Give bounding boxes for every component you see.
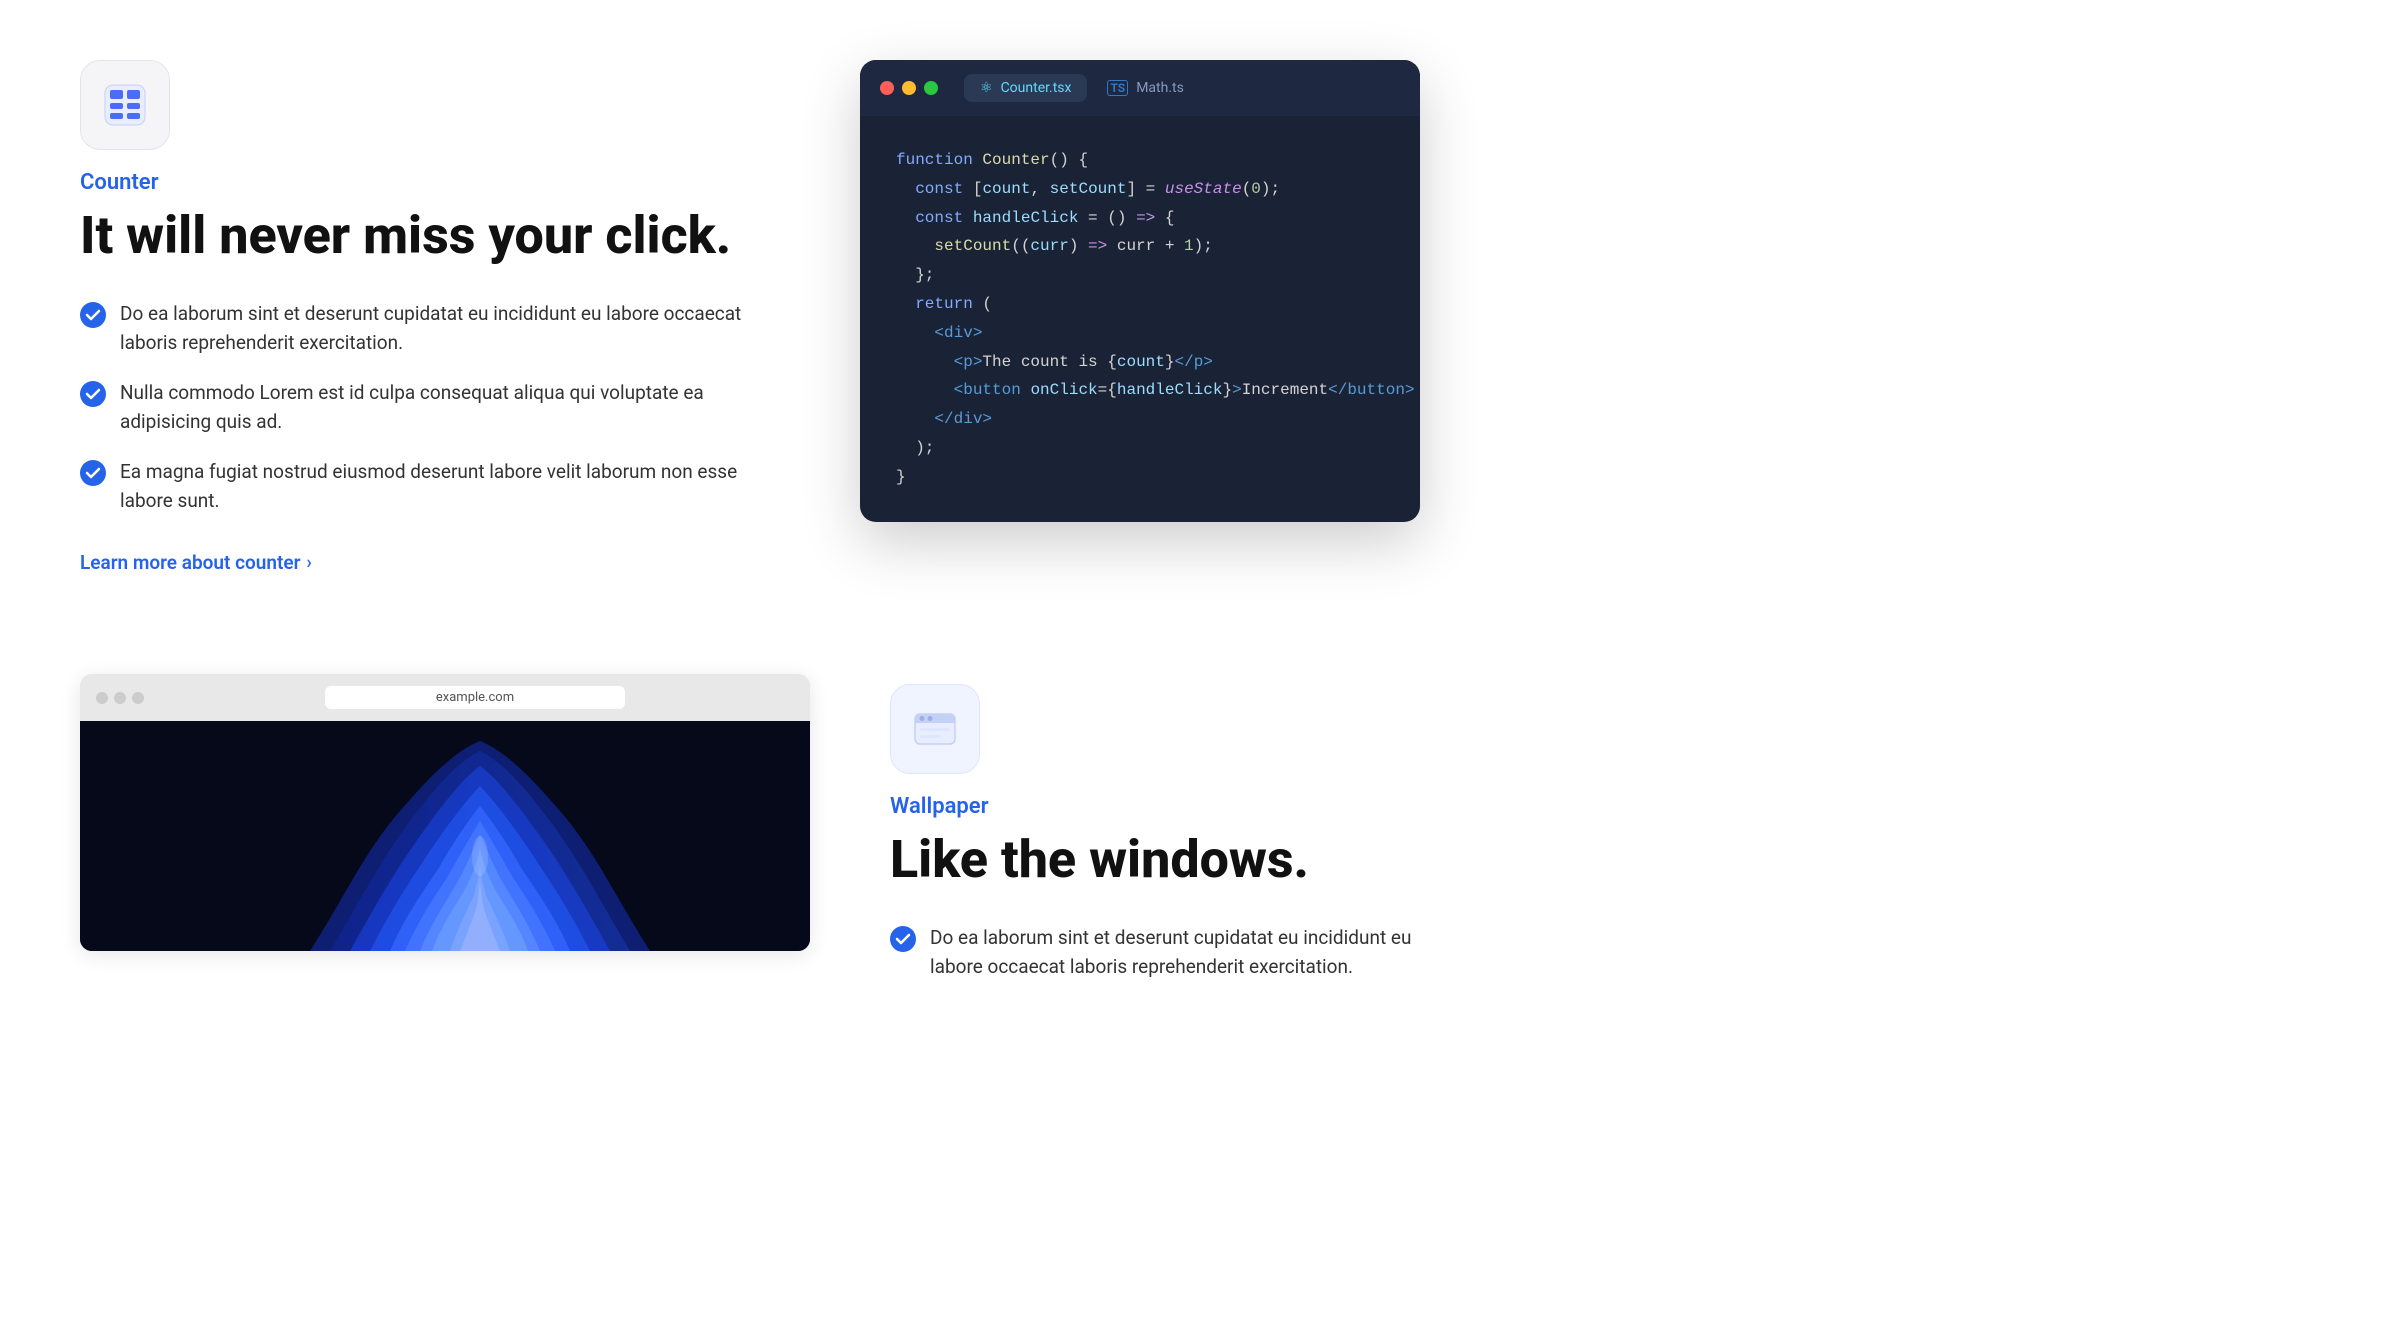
learn-more-counter-link[interactable]: Learn more about counter › — [80, 551, 312, 574]
counter-section: Counter It will never miss your click. D… — [80, 60, 1420, 574]
browser-maximize[interactable] — [132, 692, 144, 704]
counter-app-icon — [80, 60, 170, 150]
wallpaper-feature-list: Do ea laborum sint et deserunt cupidatat… — [890, 924, 1420, 981]
browser-url-bar[interactable]: example.com — [325, 686, 625, 709]
list-item: Nulla commodo Lorem est id culpa consequ… — [80, 379, 780, 436]
counter-headline: It will never miss your click. — [80, 207, 780, 264]
window-icon — [910, 704, 960, 754]
wallpaper-preview-svg — [80, 721, 810, 951]
wallpaper-tag: Wallpaper — [890, 794, 1420, 819]
browser-titlebar: example.com — [80, 674, 810, 721]
code-titlebar: ⚛ Counter.tsx TS Math.ts — [860, 60, 1420, 116]
tab-math-ts[interactable]: TS Math.ts — [1091, 74, 1199, 102]
code-content: function Counter() { const [count, setCo… — [860, 116, 1420, 522]
wallpaper-section: example.com — [80, 674, 1420, 1017]
browser-minimize[interactable] — [114, 692, 126, 704]
code-editor-window: ⚛ Counter.tsx TS Math.ts function Counte… — [860, 60, 1420, 522]
browser-close[interactable] — [96, 692, 108, 704]
wallpaper-headline: Like the windows. — [890, 831, 1420, 888]
browser-traffic-lights — [96, 692, 144, 704]
tab-counter-tsx[interactable]: ⚛ Counter.tsx — [964, 74, 1087, 102]
counter-content-left: Counter It will never miss your click. D… — [80, 60, 780, 574]
counter-feature-list: Do ea laborum sint et deserunt cupidatat… — [80, 300, 780, 515]
browser-content-area — [80, 721, 810, 951]
check-icon — [80, 381, 106, 407]
typescript-icon: TS — [1107, 80, 1128, 96]
traffic-lights — [880, 81, 938, 95]
check-icon — [80, 302, 106, 328]
list-item: Do ea laborum sint et deserunt cupidatat… — [890, 924, 1420, 981]
react-icon: ⚛ — [980, 80, 993, 96]
list-item: Do ea laborum sint et deserunt cupidatat… — [80, 300, 780, 357]
counter-tag: Counter — [80, 170, 780, 195]
chevron-right-icon: › — [306, 552, 311, 573]
maximize-button[interactable] — [924, 81, 938, 95]
close-button[interactable] — [880, 81, 894, 95]
check-icon — [80, 460, 106, 486]
wallpaper-app-icon — [890, 684, 980, 774]
calculator-icon — [100, 80, 150, 130]
browser-mockup: example.com — [80, 674, 810, 951]
list-item: Ea magna fugiat nostrud eiusmod deserunt… — [80, 458, 780, 515]
minimize-button[interactable] — [902, 81, 916, 95]
check-icon — [890, 926, 916, 952]
wallpaper-content-right: Wallpaper Like the windows. Do ea laboru… — [890, 674, 1420, 1017]
editor-tabs: ⚛ Counter.tsx TS Math.ts — [964, 74, 1200, 102]
